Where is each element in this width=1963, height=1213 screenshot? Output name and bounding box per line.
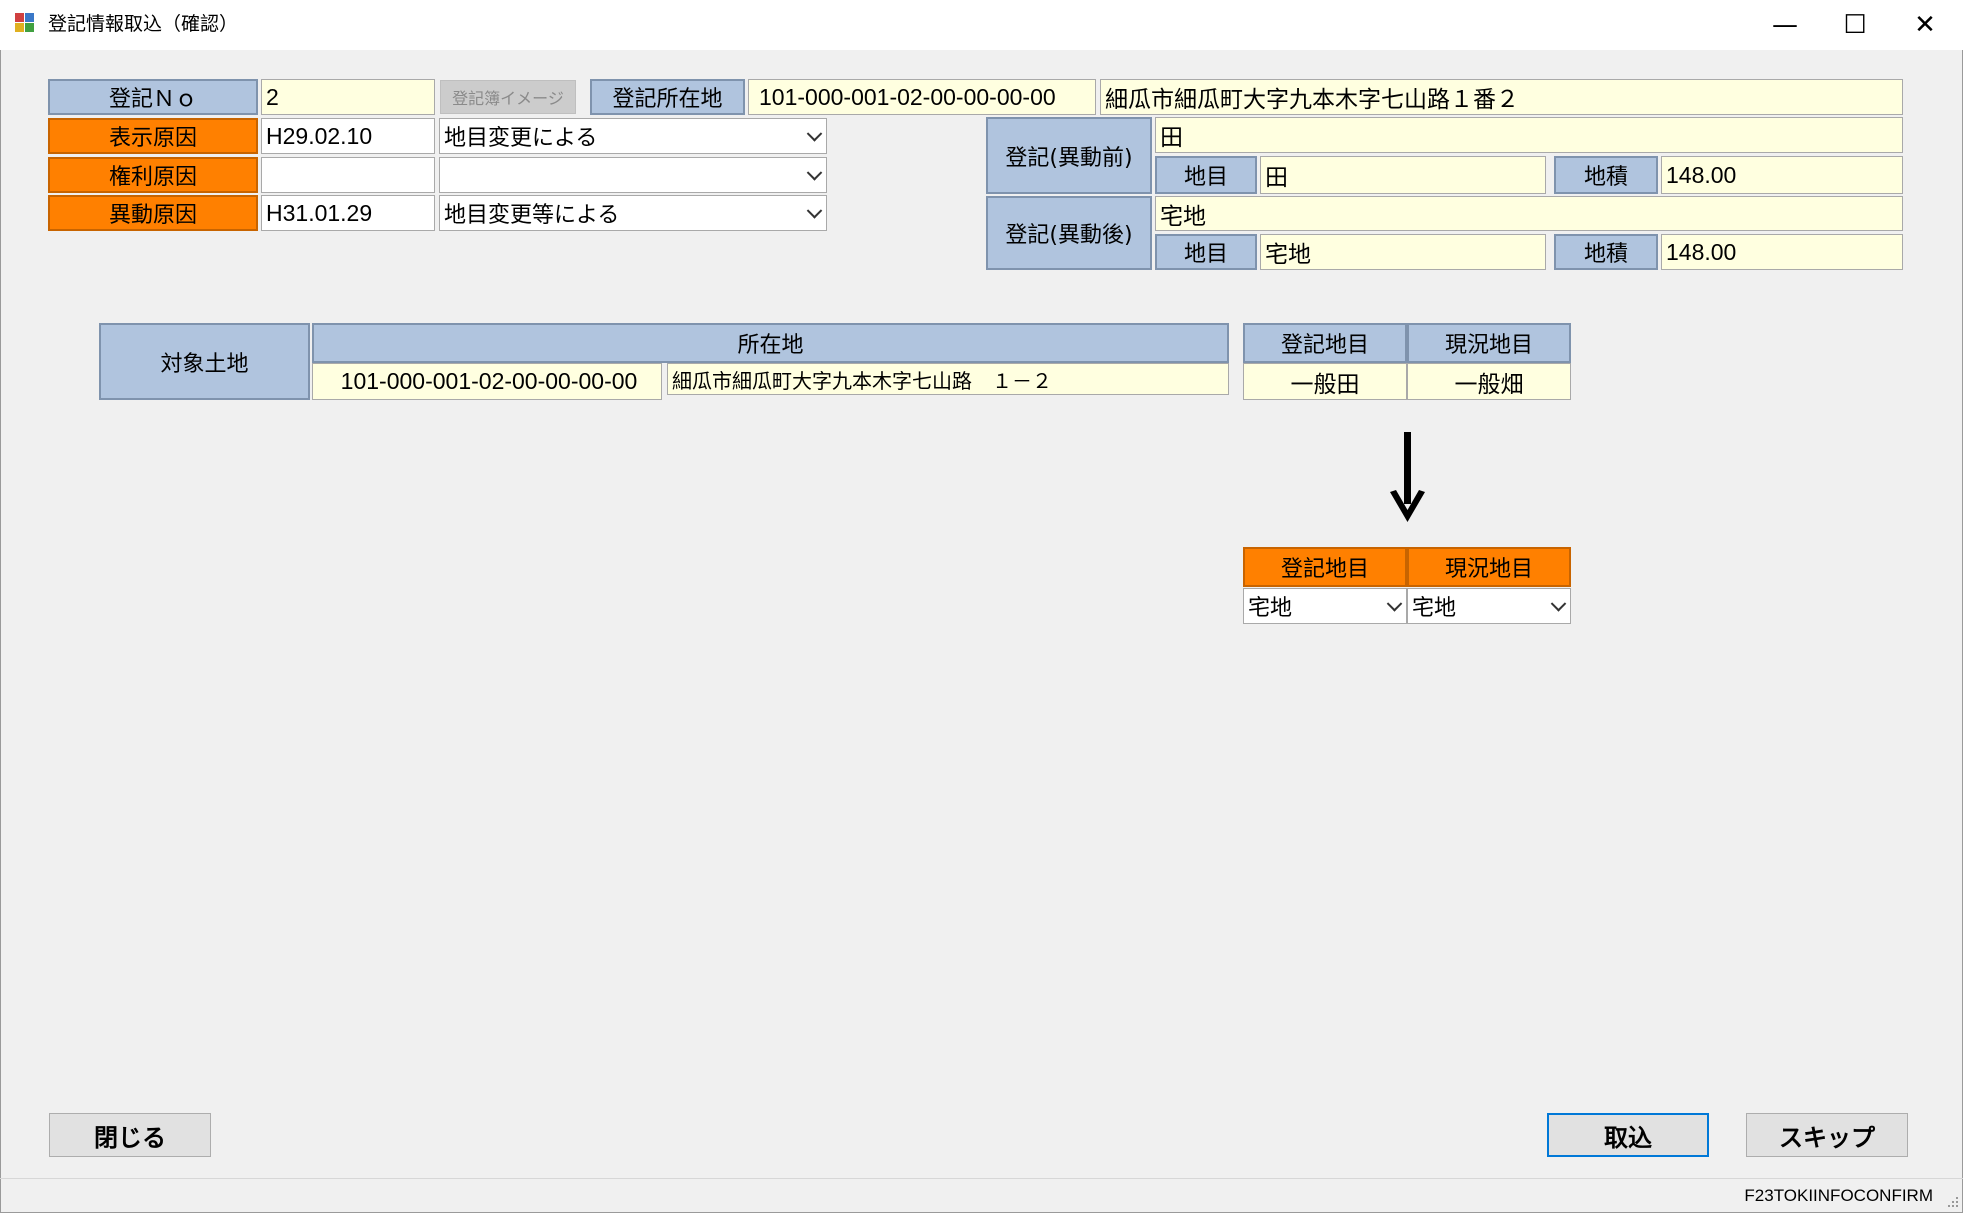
chevron-down-icon [806, 165, 823, 181]
right-cause-select[interactable] [439, 157, 827, 193]
display-cause-select-value: 地目変更による [444, 126, 598, 151]
registry-no-label: 登記Ｎｏ [48, 79, 258, 115]
target-reg-chimoku-value: 一般田 [1243, 363, 1407, 400]
result-reg-chimoku-value: 宅地 [1248, 596, 1293, 621]
chevron-down-icon [1550, 596, 1567, 612]
display-cause-date[interactable]: H29.02.10 [261, 118, 435, 154]
before-change-label: 登記(異動前) [986, 117, 1152, 194]
right-cause-label: 権利原因 [48, 157, 258, 193]
registry-location-code[interactable]: 101-000-001-02-00-00-00-00 [748, 79, 1096, 115]
right-cause-date[interactable] [261, 157, 435, 193]
target-location-code[interactable]: 101-000-001-02-00-00-00-00 [312, 363, 662, 400]
after-change-label: 登記(異動後) [986, 196, 1152, 270]
form-id-text: F23TOKIINFOCONFIRM [1744, 1186, 1933, 1205]
title-bar [0, 0, 1963, 50]
before-chimoku-label: 地目 [1155, 156, 1257, 194]
display-cause-label: 表示原因 [48, 118, 258, 154]
minimize-icon[interactable]: — [1750, 0, 1820, 50]
import-button[interactable]: 取込 [1547, 1113, 1709, 1157]
result-reg-chimoku-select[interactable]: 宅地 [1243, 588, 1407, 624]
window-title: 登記情報取込（確認） [48, 13, 239, 35]
display-cause-select[interactable]: 地目変更による [439, 118, 827, 154]
close-icon[interactable]: ✕ [1890, 0, 1960, 50]
status-bar [0, 1178, 1963, 1213]
target-cur-chimoku-value: 一般畑 [1407, 363, 1571, 400]
result-cur-chimoku-value: 宅地 [1412, 596, 1457, 621]
after-area-label: 地積 [1554, 234, 1658, 270]
app-icon [15, 13, 34, 32]
resize-grip-icon[interactable] [1945, 1195, 1959, 1209]
close-button[interactable]: 閉じる [49, 1113, 211, 1157]
target-land-label: 対象土地 [99, 323, 310, 400]
before-area-field[interactable]: 148.00 [1661, 156, 1903, 194]
before-chimoku-field[interactable]: 田 [1260, 156, 1546, 194]
registry-no-field[interactable]: 2 [261, 79, 435, 115]
skip-button[interactable]: スキップ [1746, 1113, 1908, 1157]
before-area-label: 地積 [1554, 156, 1658, 194]
change-cause-select-value: 地目変更等による [444, 203, 620, 228]
chevron-down-icon [1386, 596, 1403, 612]
before-change-value[interactable]: 田 [1155, 117, 1903, 153]
registry-location-address[interactable]: 細瓜市細瓜町大字九本木字七山路１番２ [1100, 79, 1903, 115]
result-cur-chimoku-header: 現況地目 [1407, 547, 1571, 587]
maximize-icon[interactable]: ☐ [1820, 0, 1890, 50]
target-location-address[interactable]: 細瓜市細瓜町大字九本木字七山路 １－２ [667, 363, 1229, 395]
arrow-down-icon [1390, 432, 1425, 522]
result-cur-chimoku-select[interactable]: 宅地 [1407, 588, 1571, 624]
after-chimoku-label: 地目 [1155, 234, 1257, 270]
after-area-field[interactable]: 148.00 [1661, 234, 1903, 270]
change-cause-select[interactable]: 地目変更等による [439, 195, 827, 231]
chevron-down-icon [806, 126, 823, 142]
target-location-header: 所在地 [312, 323, 1229, 363]
registry-image-button[interactable]: 登記簿イメージ [440, 80, 576, 114]
chevron-down-icon [806, 203, 823, 219]
change-cause-label: 異動原因 [48, 195, 258, 231]
result-reg-chimoku-header: 登記地目 [1243, 547, 1407, 587]
after-chimoku-field[interactable]: 宅地 [1260, 234, 1546, 270]
target-reg-chimoku-header: 登記地目 [1243, 323, 1407, 363]
target-cur-chimoku-header: 現況地目 [1407, 323, 1571, 363]
change-cause-date[interactable]: H31.01.29 [261, 195, 435, 231]
after-change-value[interactable]: 宅地 [1155, 196, 1903, 231]
registry-location-label: 登記所在地 [590, 79, 745, 115]
